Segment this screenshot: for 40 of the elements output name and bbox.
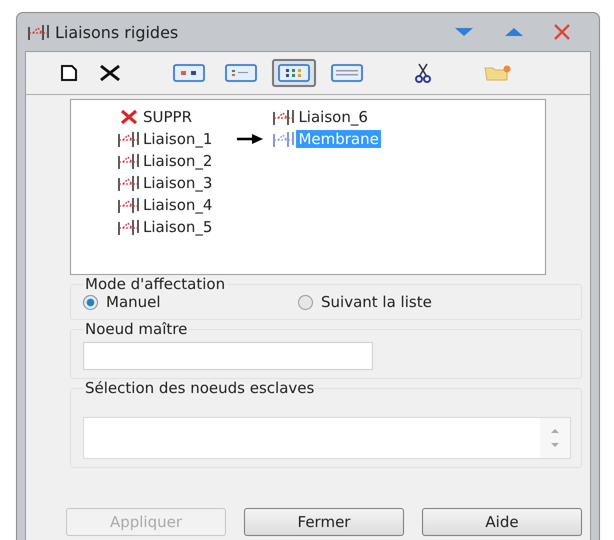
view-icon (225, 63, 257, 83)
link-icon (272, 130, 296, 148)
group-label: Mode d'affectation (84, 275, 226, 293)
view-icon (331, 63, 363, 83)
group-label: Sélection des noeuds esclaves (84, 379, 316, 397)
list-item[interactable]: Liaison_6 (296, 108, 370, 126)
link-icon (272, 108, 296, 126)
link-icon (117, 130, 141, 148)
link-icon (27, 23, 51, 41)
up-icon[interactable] (550, 428, 560, 434)
link-icon (117, 218, 141, 236)
list-item[interactable]: Liaison_3 (141, 174, 214, 192)
link-icon (117, 152, 141, 170)
input-field[interactable] (83, 417, 571, 459)
collapse-icon[interactable] (453, 26, 475, 38)
view-icon (278, 63, 310, 83)
down-icon[interactable] (550, 442, 560, 448)
input-field[interactable] (83, 342, 373, 370)
dialog-button[interactable]: Aide (422, 508, 582, 536)
group-label: Noeud maître (84, 320, 188, 338)
list-item[interactable]: Liaison_5 (141, 218, 214, 236)
folder-icon (483, 64, 513, 82)
radio-button[interactable]: Suivant la liste (298, 293, 513, 311)
view-button[interactable] (272, 59, 316, 87)
expand-icon[interactable] (503, 26, 525, 38)
list-item[interactable]: SUPPR (141, 108, 194, 126)
list-item[interactable]: Liaison_1 (141, 130, 214, 148)
radio-button[interactable]: Manuel (83, 293, 298, 311)
close-icon[interactable] (553, 23, 571, 41)
link-icon (117, 196, 141, 214)
close-icon (99, 64, 121, 82)
arrow-icon (236, 133, 264, 145)
dialog-button[interactable]: Fermer (244, 508, 404, 536)
window-title: Liaisons rigides (55, 22, 178, 42)
list-item[interactable]: Liaison_4 (141, 196, 214, 214)
scissors-icon (415, 63, 431, 83)
page-icon (59, 63, 79, 83)
link-icon (117, 174, 141, 192)
list-item[interactable]: Liaison_2 (141, 152, 214, 170)
view-icon (173, 63, 205, 83)
